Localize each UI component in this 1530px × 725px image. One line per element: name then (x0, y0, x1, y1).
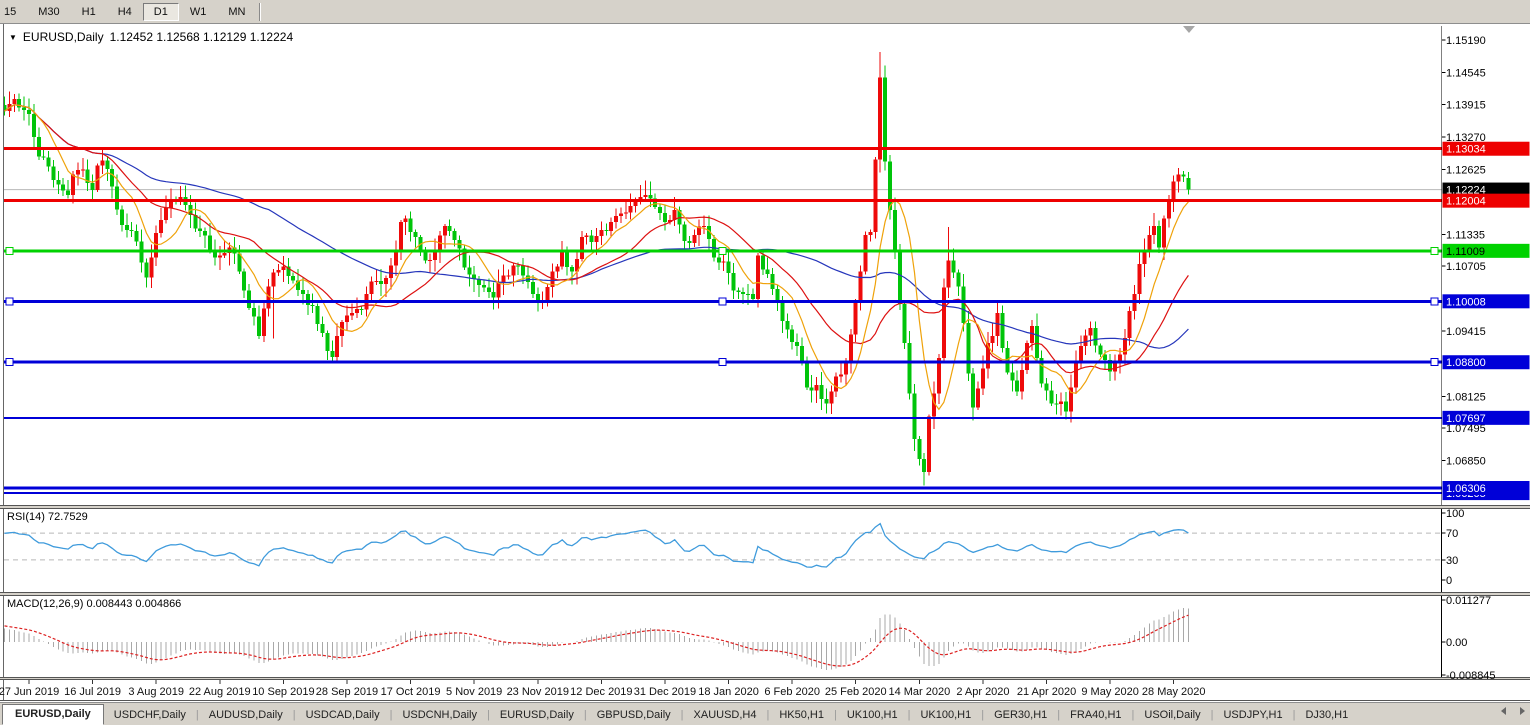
price-tick-label: 1.14545 (1446, 68, 1486, 80)
price-tick-label: 1.15190 (1446, 35, 1486, 47)
hline-handle[interactable] (719, 359, 726, 366)
chart-tab-xauusd-h4[interactable]: XAUUSD,H4 (684, 706, 767, 725)
hline-handle[interactable] (6, 247, 13, 254)
timeframe-button-m30[interactable]: M30 (27, 3, 70, 21)
date-label: 3 Aug 2019 (128, 686, 184, 698)
chart-tab-gbpusd-daily[interactable]: GBPUSD,Daily (587, 706, 681, 725)
price-badge-1.06306: 1.06306 (1446, 483, 1486, 495)
chart-tab-dj30-h1[interactable]: DJ30,H1 (1295, 706, 1358, 725)
macd-pane-label: MACD(12,26,9) 0.008443 0.004866 (7, 598, 181, 610)
timeframe-button-mn[interactable]: MN (217, 3, 256, 21)
rsi-pane-label: RSI(14) 72.7529 (7, 511, 88, 523)
tab-scroll-left-icon[interactable] (1501, 707, 1506, 715)
date-label: 25 Feb 2020 (825, 686, 887, 698)
toolbar-separator (259, 3, 261, 21)
chart-tab-usdcnh-daily[interactable]: USDCNH,Daily (392, 706, 487, 725)
date-label: 31 Dec 2019 (634, 686, 696, 698)
price-tick-label: 1.12625 (1446, 164, 1486, 176)
price-badge-1.12004: 1.12004 (1446, 196, 1486, 208)
date-label: 27 Jun 2019 (0, 686, 59, 698)
rsi-axis-label: 70 (1446, 528, 1458, 540)
timeframe-button-15[interactable]: 15 (0, 3, 27, 21)
date-label: 14 Mar 2020 (888, 686, 950, 698)
date-label: 16 Jul 2019 (64, 686, 121, 698)
date-label: 10 Sep 2019 (252, 686, 314, 698)
macd-current-values: 0.008443 0.004866 (86, 598, 181, 610)
date-label: 28 May 2020 (1142, 686, 1206, 698)
macd-axis-label: -0.008845 (1446, 670, 1496, 682)
chart-tab-fra40-h1[interactable]: FRA40,H1 (1060, 706, 1131, 725)
chart-tab-eurusd-daily[interactable]: EURUSD,Daily (490, 706, 584, 725)
hline-handle[interactable] (6, 359, 13, 366)
date-label: 22 Aug 2019 (189, 686, 251, 698)
timeframe-button-d1[interactable]: D1 (143, 3, 179, 21)
chart-tab-hk50-h1[interactable]: HK50,H1 (769, 706, 834, 725)
date-label: 17 Oct 2019 (381, 686, 441, 698)
chart-symbol-label: EURUSD,Daily (23, 30, 104, 44)
chart-tab-usoil-daily[interactable]: USOil,Daily (1134, 706, 1210, 725)
chart-tab-audusd-daily[interactable]: AUDUSD,Daily (199, 706, 293, 725)
hline-handle[interactable] (719, 298, 726, 305)
date-label: 18 Jan 2020 (698, 686, 759, 698)
date-label: 21 Apr 2020 (1017, 686, 1076, 698)
date-label: 9 May 2020 (1081, 686, 1138, 698)
rsi-axis-label: 0 (1446, 575, 1452, 587)
chart-ohlc-values: 1.12452 1.12568 1.12129 1.12224 (110, 30, 294, 44)
macd-axis-label: 0.00 (1446, 637, 1467, 649)
hline-handle[interactable] (6, 298, 13, 305)
price-badge-1.13034: 1.13034 (1446, 144, 1486, 156)
rsi-current-value: 72.7529 (48, 511, 88, 523)
date-label: 6 Feb 2020 (764, 686, 820, 698)
price-badge-1.07697: 1.07697 (1446, 413, 1486, 425)
timeframe-button-w1[interactable]: W1 (179, 3, 218, 21)
chart-tab-usdchf-daily[interactable]: USDCHF,Daily (104, 706, 196, 725)
price-badge-1.11009: 1.11009 (1446, 246, 1485, 258)
price-tick-label: 1.08125 (1446, 391, 1486, 403)
tab-scroll-arrows (1501, 707, 1525, 715)
symbol-dropdown-icon[interactable]: ▼ (9, 33, 17, 42)
date-label: 28 Sep 2019 (316, 686, 378, 698)
price-tick-label: 1.09415 (1446, 326, 1486, 338)
price-tick-label: 1.10705 (1446, 261, 1486, 273)
chart-tab-uk100-h1[interactable]: UK100,H1 (837, 706, 908, 725)
price-badge-1.08800: 1.08800 (1446, 357, 1486, 369)
chart-title: ▼ EURUSD,Daily 1.12452 1.12568 1.12129 1.1… (9, 30, 293, 44)
hline-handle[interactable] (719, 247, 726, 254)
tab-scroll-right-icon[interactable] (1520, 707, 1525, 715)
price-tick-label: 1.13915 (1446, 99, 1486, 111)
chart-shift-marker-icon[interactable] (1183, 26, 1195, 33)
chart-canvas[interactable]: 1.151901.145451.139151.132701.126251.113… (0, 0, 1530, 725)
chart-tab-uk100-h1[interactable]: UK100,H1 (910, 706, 981, 725)
chart-tab-usdcad-daily[interactable]: USDCAD,Daily (296, 706, 390, 725)
chart-tab-eurusd-daily[interactable]: EURUSD,Daily (2, 704, 104, 725)
chart-tab-bar: EURUSD,DailyUSDCHF,Daily|AUDUSD,Daily|US… (0, 702, 1530, 725)
price-badge-1.10008: 1.10008 (1446, 296, 1486, 308)
hline-handle[interactable] (1431, 359, 1438, 366)
chart-tab-ger30-h1[interactable]: GER30,H1 (984, 706, 1057, 725)
rsi-axis-label: 30 (1446, 555, 1458, 567)
chart-tab-usdjpy-h1[interactable]: USDJPY,H1 (1213, 706, 1292, 725)
macd-axis-label: 0.011277 (1446, 595, 1491, 607)
hline-handle[interactable] (1431, 247, 1438, 254)
date-label: 5 Nov 2019 (446, 686, 502, 698)
date-label: 23 Nov 2019 (507, 686, 569, 698)
rsi-axis-label: 100 (1446, 508, 1464, 520)
price-tick-label: 1.06850 (1446, 456, 1486, 468)
timeframe-button-h1[interactable]: H1 (71, 3, 107, 21)
price-tick-label: 1.11335 (1446, 229, 1485, 241)
date-label: 2 Apr 2020 (956, 686, 1009, 698)
timeframe-button-h4[interactable]: H4 (107, 3, 143, 21)
timeframe-toolbar: 15M30H1H4D1W1MN (0, 0, 1530, 24)
date-label: 12 Dec 2019 (570, 686, 632, 698)
hline-handle[interactable] (1431, 298, 1438, 305)
